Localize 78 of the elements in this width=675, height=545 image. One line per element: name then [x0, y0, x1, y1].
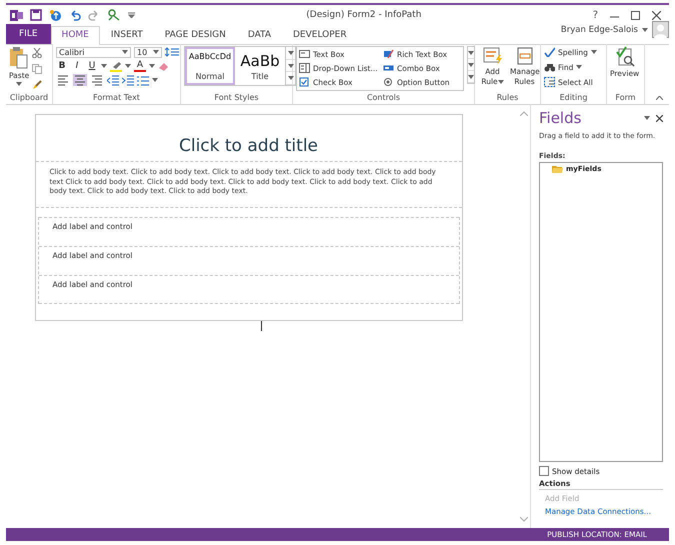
undo-icon[interactable]: [69, 9, 81, 21]
preview-icon: [614, 46, 635, 68]
ribbon-tab[interactable]: INSERT: [100, 26, 154, 44]
group-label: Editing: [558, 92, 588, 104]
maximize-icon[interactable]: [631, 10, 640, 20]
publish-icon[interactable]: [49, 8, 62, 22]
selection-icon: [544, 77, 555, 87]
rules-list-icon: [514, 46, 534, 66]
ribbon-tab[interactable]: DATA: [236, 26, 282, 44]
group-label: Rules: [496, 92, 520, 104]
rich-text-icon: [383, 49, 394, 59]
window-title: (Design) Form2 - InfoPath: [305, 10, 422, 20]
gallery-scrollbar[interactable]: [285, 47, 295, 85]
caret-icon: [288, 50, 294, 55]
font-size-dropdown[interactable]: 10: [134, 46, 162, 58]
collapse-icon[interactable]: [656, 96, 663, 100]
text-box-icon: [299, 49, 310, 59]
group-label: Clipboard: [9, 92, 49, 104]
app-logo-icon[interactable]: [10, 8, 23, 22]
ribbon-tab[interactable]: PAGE DESIGN: [154, 26, 237, 44]
folder-icon: [552, 165, 563, 173]
save-icon[interactable]: [30, 9, 42, 21]
caret-icon: [468, 50, 474, 54]
style-option[interactable]: AaBb Title: [235, 47, 285, 85]
cut-icon[interactable]: [32, 48, 42, 58]
group-label: Format Text: [92, 92, 141, 104]
checkbox[interactable]: [539, 466, 549, 476]
list-icon: [299, 63, 310, 73]
caret-icon: [468, 62, 474, 66]
rule-icon: [482, 46, 502, 66]
caret-icon: [153, 50, 159, 54]
font-color-button[interactable]: A: [134, 60, 146, 72]
caret-icon: [288, 76, 294, 80]
check-icon: [544, 47, 555, 57]
checkbox-icon: [299, 77, 310, 87]
brush-icon[interactable]: [32, 80, 42, 90]
clipboard-icon: [9, 46, 30, 70]
caret-icon: [101, 64, 107, 68]
align-button[interactable]: [56, 74, 70, 86]
form-title[interactable]: Click to add title: [36, 115, 462, 162]
font-dropdown[interactable]: Calibri: [56, 46, 131, 58]
binoculars-icon: [544, 62, 555, 72]
close-icon[interactable]: [652, 10, 661, 20]
italic-button[interactable]: I: [71, 61, 83, 71]
caret-icon: [122, 50, 128, 54]
bullets-icon[interactable]: [137, 74, 149, 86]
style-option[interactable]: AaBbCcDd Normal: [185, 47, 235, 85]
caret-icon: [642, 28, 648, 32]
text-cursor: [260, 320, 262, 330]
indent-icon[interactable]: [122, 74, 134, 86]
ribbon-tab[interactable]: HOME: [50, 26, 100, 45]
ribbon-tab[interactable]: DEVELOPER: [282, 26, 358, 44]
caret-icon: [644, 116, 650, 120]
caret-icon: [16, 82, 22, 86]
radio-icon: [383, 77, 394, 87]
caret-icon: [288, 64, 294, 68]
caret-icon: [152, 78, 158, 82]
align-button[interactable]: [73, 74, 87, 86]
bold-button[interactable]: B: [56, 61, 68, 71]
combo-icon: [383, 63, 394, 73]
user-name[interactable]: Bryan Edge-Salois: [560, 24, 638, 34]
highlight-icon[interactable]: [110, 60, 122, 72]
close-icon[interactable]: [656, 114, 663, 122]
group-label: Font Styles: [213, 92, 260, 104]
group-label: Controls: [366, 92, 402, 104]
group-label: Form: [614, 92, 637, 104]
help-button[interactable]: ?: [592, 10, 598, 20]
gallery-scrollbar[interactable]: [467, 46, 475, 84]
align-button[interactable]: [90, 74, 104, 86]
line-spacing-icon[interactable]: [165, 47, 179, 57]
caret-icon: [149, 64, 155, 68]
caret-icon: [125, 64, 131, 68]
caret-icon: [468, 74, 474, 78]
customize-icon[interactable]: [128, 12, 135, 18]
underline-button[interactable]: U: [86, 61, 98, 71]
outdent-icon[interactable]: [107, 74, 119, 86]
pane-title: Fields: [539, 109, 582, 127]
file-tab[interactable]: FILE: [6, 24, 51, 44]
